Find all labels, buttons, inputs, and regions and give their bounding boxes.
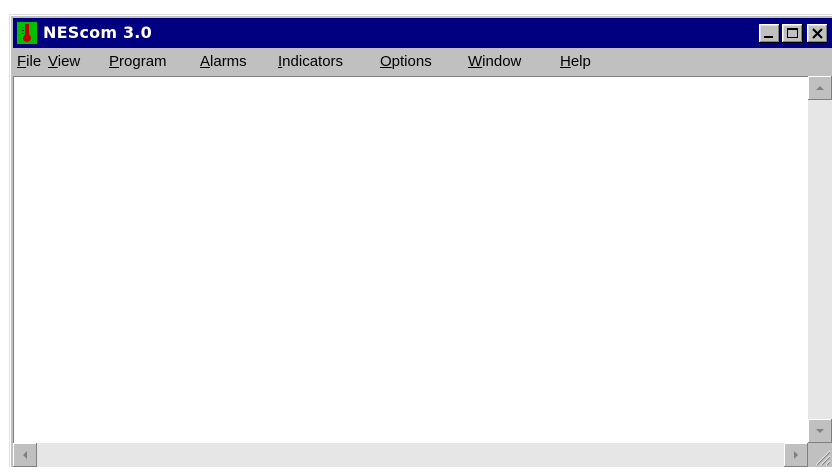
thermometer-icon[interactable]: [17, 22, 37, 44]
title-bar[interactable]: NEScom 3.0: [13, 18, 832, 48]
menu-options[interactable]: Options: [380, 53, 432, 71]
window-title: NEScom 3.0: [43, 23, 152, 42]
menu-window[interactable]: Window: [468, 53, 521, 71]
menu-alarms[interactable]: Alarms: [200, 53, 247, 71]
menu-program[interactable]: Program: [109, 53, 167, 71]
menu-view[interactable]: View: [48, 53, 80, 71]
horizontal-scrollbar[interactable]: [13, 443, 808, 467]
vertical-scrollbar[interactable]: [808, 76, 832, 443]
mdi-workspace[interactable]: [13, 76, 808, 443]
menu-help[interactable]: Help: [560, 53, 591, 71]
scroll-right-icon[interactable]: [784, 443, 808, 467]
scroll-down-icon[interactable]: [808, 419, 832, 443]
maximize-icon[interactable]: [782, 24, 803, 43]
scroll-left-icon[interactable]: [13, 443, 37, 467]
menu-indicators[interactable]: Indicators: [278, 53, 343, 71]
scroll-up-icon[interactable]: [808, 76, 832, 100]
size-grip-icon[interactable]: [808, 443, 832, 467]
menu-file[interactable]: File: [17, 53, 41, 71]
minimize-icon[interactable]: [759, 24, 780, 43]
app-window: NEScom 3.0 File View Program Alarms Indi…: [9, 14, 832, 467]
client-area: [13, 76, 832, 467]
menu-bar: File View Program Alarms Indicators Opti…: [13, 48, 832, 76]
close-icon[interactable]: [807, 24, 828, 43]
